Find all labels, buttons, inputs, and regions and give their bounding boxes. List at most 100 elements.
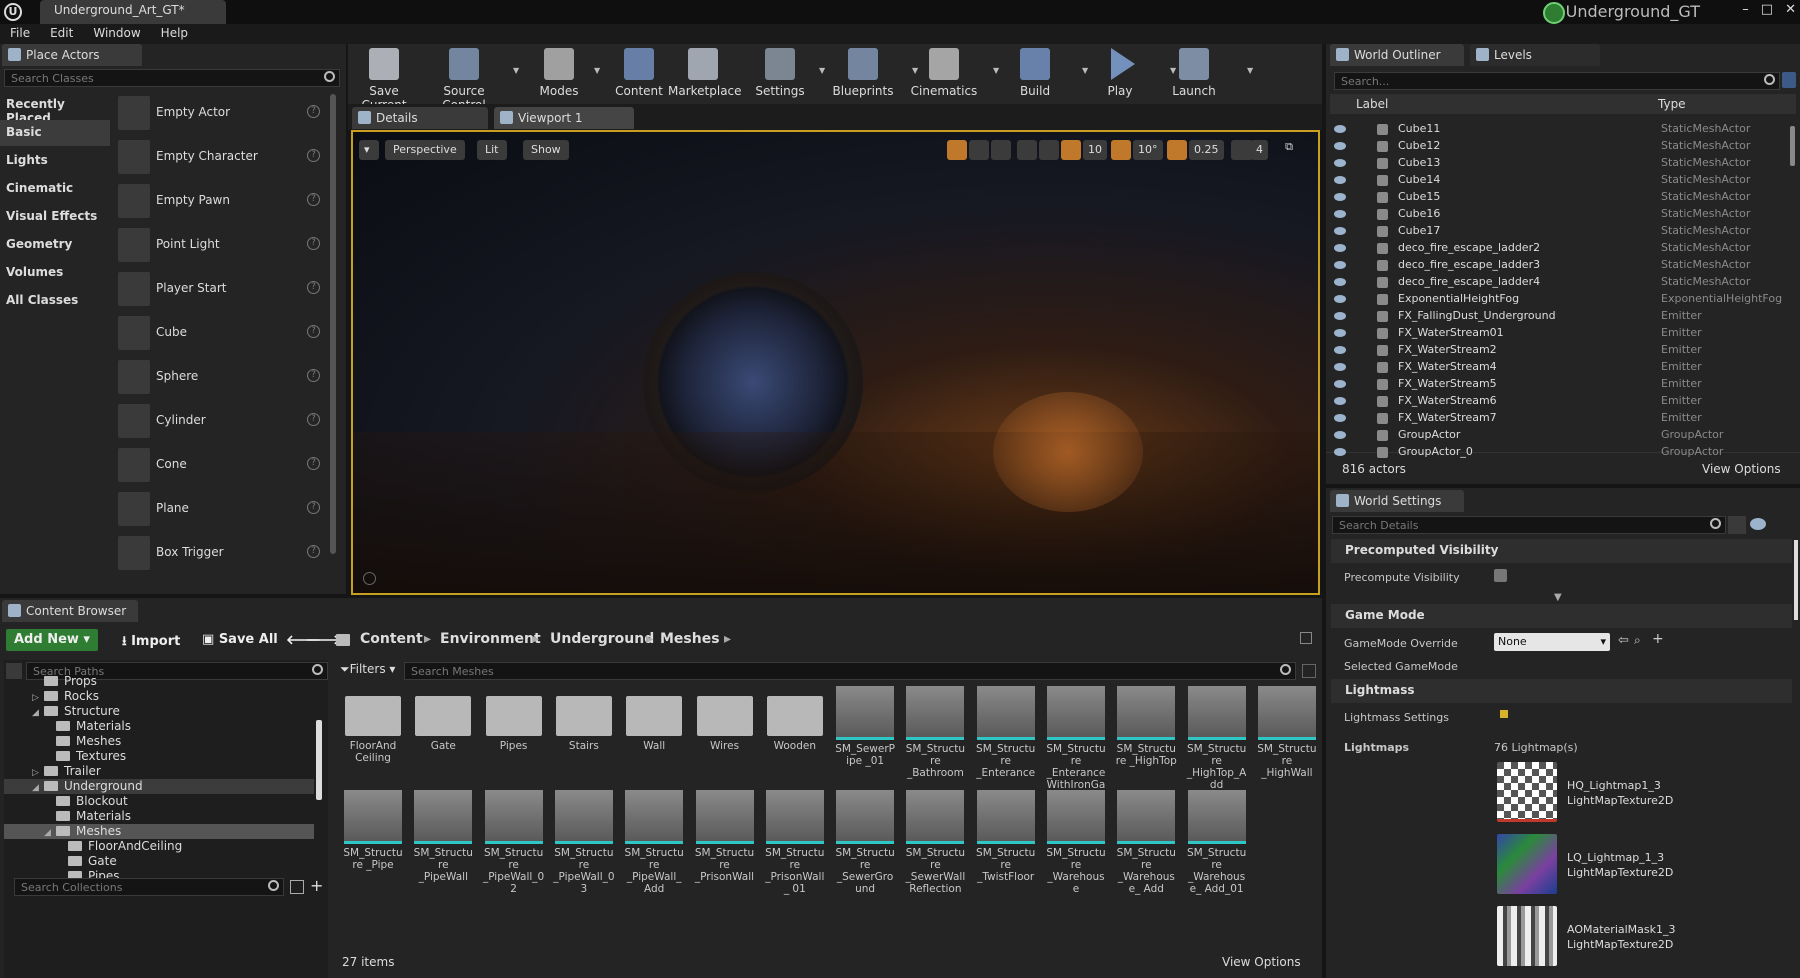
category-recently-placed[interactable]: Recently Placed (0, 92, 110, 125)
visibility-eye-icon[interactable] (1334, 329, 1346, 337)
toolbar-dropdown-arrow-icon[interactable]: ▼ (1170, 66, 1176, 75)
search-meshes-input[interactable]: Search Meshes (404, 662, 1296, 680)
tab-world-settings[interactable]: World Settings (1330, 490, 1464, 512)
visibility-eye-icon[interactable] (1334, 380, 1346, 388)
tree-folder[interactable]: Textures (44, 749, 126, 763)
asset-folder[interactable]: Pipes (483, 686, 545, 786)
outliner-row[interactable]: FX_WaterStream7 Emitter (1334, 410, 1792, 427)
static-mesh-asset[interactable]: SM_Structure _Warehouse_ Add_01 (1186, 790, 1248, 895)
static-mesh-asset[interactable]: SM_Structure _Enterance (975, 686, 1037, 786)
actor-empty-actor[interactable]: Empty Actor? (114, 92, 326, 134)
help-icon[interactable]: ? (307, 369, 320, 382)
visibility-eye-icon[interactable] (1334, 125, 1346, 133)
outliner-row[interactable]: deco_fire_escape_ladder3 StaticMeshActor (1334, 257, 1792, 274)
static-mesh-asset[interactable]: SM_Structure _Bathroom (904, 686, 966, 786)
outliner-row[interactable]: FX_FallingDust_Underground Emitter (1334, 308, 1792, 325)
level-viewport[interactable]: ▾ Perspective Lit Show 10 10° 0.25 4 ⧉ (351, 130, 1320, 595)
help-icon[interactable]: ? (307, 457, 320, 470)
precompute-visibility-checkbox[interactable] (1494, 569, 1507, 582)
gamemode-override-select[interactable]: None ▾ (1494, 633, 1610, 651)
lq-lightmap-thumbnail[interactable] (1497, 834, 1557, 894)
lit-button[interactable]: Lit (477, 140, 507, 160)
static-mesh-asset[interactable]: SM_Structure _PipeWall_02 (483, 790, 545, 895)
menu-edit[interactable]: Edit (40, 24, 83, 44)
static-mesh-asset[interactable]: SM_Structure _Pipe (342, 790, 404, 890)
actor-point-light[interactable]: Point Light? (114, 224, 326, 266)
static-mesh-asset[interactable]: SM_Structure _PrisonWall_ 01 (764, 790, 826, 895)
tree-folder[interactable]: Materials (44, 719, 131, 733)
sources-toggle-icon[interactable] (6, 663, 22, 679)
content-view-options[interactable]: View Options (1222, 955, 1301, 969)
tree-folder[interactable]: FloorAndCeiling (56, 839, 182, 853)
column-label[interactable]: Label (1356, 97, 1388, 111)
tree-folder[interactable]: Props (32, 674, 97, 688)
show-button[interactable]: Show (523, 140, 569, 160)
section-game-mode[interactable]: Game Mode (1331, 604, 1792, 628)
expand-arrow-icon[interactable]: ▷ (32, 693, 44, 703)
expand-chevron-icon[interactable]: ▼ (1554, 592, 1562, 603)
ao-lightmap-thumbnail[interactable] (1497, 906, 1557, 966)
section-precomputed-visibility[interactable]: Precomputed Visibility (1331, 539, 1792, 563)
maximize-button[interactable]: □ (1761, 2, 1773, 17)
help-icon[interactable]: ? (307, 193, 320, 206)
add-icon[interactable]: + (1652, 631, 1664, 647)
outliner-row[interactable]: FX_WaterStream4 Emitter (1334, 359, 1792, 376)
search-details-input[interactable]: Search Details (1332, 516, 1726, 534)
visibility-eye-icon[interactable] (1334, 295, 1346, 303)
outliner-row[interactable]: FX_WaterStream01 Emitter (1334, 325, 1792, 342)
actor-cube[interactable]: Cube? (114, 312, 326, 354)
camera-speed-value[interactable]: 4 (1251, 140, 1268, 160)
use-selected-arrow-icon[interactable]: ⇦ (1618, 633, 1629, 648)
help-icon[interactable]: ? (307, 545, 320, 558)
content-button[interactable]: Content (604, 48, 674, 102)
outliner-view-options[interactable]: View Options (1702, 462, 1781, 476)
help-icon[interactable]: ? (307, 413, 320, 426)
asset-folder[interactable]: Wooden (764, 686, 826, 786)
tab-details[interactable]: Details (352, 107, 488, 129)
breadcrumb-separator-icon[interactable]: ▸ (424, 631, 431, 647)
translate-tool-icon[interactable] (947, 140, 967, 160)
toolbar-dropdown-arrow-icon[interactable]: ▼ (993, 66, 999, 75)
static-mesh-asset[interactable]: SM_Structure _PipeWall_ Add (623, 790, 685, 895)
help-icon[interactable]: ? (307, 501, 320, 514)
category-visual-effects[interactable]: Visual Effects (0, 204, 110, 230)
static-mesh-asset[interactable]: SM_Structure _Warehouse_ Add (1115, 790, 1177, 895)
tree-folder[interactable]: Meshes (44, 734, 121, 748)
static-mesh-asset[interactable]: SM_Structure _PrisonWall (694, 790, 756, 890)
tree-folder[interactable]: Blockout (44, 794, 128, 808)
modes-button[interactable]: Modes (524, 48, 594, 102)
actor-cylinder[interactable]: Cylinder? (114, 400, 326, 442)
toolbar-dropdown-arrow-icon[interactable]: ▼ (819, 66, 825, 75)
search-classes-input[interactable]: Search Classes (4, 69, 340, 87)
asset-settings-icon[interactable] (1302, 664, 1316, 678)
property-matrix-icon[interactable] (1728, 516, 1746, 534)
maximize-viewport-icon[interactable]: ⧉ (1279, 140, 1299, 160)
collections-list-icon[interactable] (290, 880, 304, 894)
minimize-button[interactable]: – (1742, 2, 1749, 17)
outliner-row[interactable]: FX_WaterStream5 Emitter (1334, 376, 1792, 393)
asset-folder[interactable]: FloorAnd Ceiling (342, 686, 404, 786)
source-control-status-icon[interactable] (1543, 2, 1565, 24)
visibility-eye-icon[interactable] (1334, 414, 1346, 422)
visibility-eye-icon[interactable] (1334, 244, 1346, 252)
outliner-row[interactable]: FX_WaterStream2 Emitter (1334, 342, 1792, 359)
viewport-info-icon[interactable] (363, 572, 376, 585)
static-mesh-asset[interactable]: SM_SewerPipe _01 (834, 686, 896, 786)
rotation-snap-icon[interactable] (1111, 140, 1131, 160)
static-mesh-asset[interactable]: SM_Structure _Enterance WithIronGate (1045, 686, 1107, 803)
world-settings-scrollbar[interactable] (1794, 540, 1798, 620)
toolbar-dropdown-arrow-icon[interactable]: ▼ (594, 66, 600, 75)
visibility-eye-icon[interactable] (1334, 312, 1346, 320)
actor-box-trigger[interactable]: Box Trigger? (114, 532, 326, 574)
actor-plane[interactable]: Plane? (114, 488, 326, 530)
category-lights[interactable]: Lights (0, 148, 110, 174)
toolbar-dropdown-arrow-icon[interactable]: ▼ (513, 66, 519, 75)
expand-arrow-icon[interactable]: ▷ (32, 768, 44, 778)
import-button[interactable]: ⭳ Import (114, 629, 188, 651)
settings-button[interactable]: Settings (745, 48, 815, 102)
category-basic[interactable]: Basic (0, 120, 110, 146)
static-mesh-asset[interactable]: SM_Structure _HighTop_Add (1186, 686, 1248, 791)
save-all-button[interactable]: ▣ Save All (194, 629, 286, 651)
rotate-tool-icon[interactable] (969, 140, 989, 160)
tree-folder[interactable]: ▷ Rocks (32, 689, 99, 703)
